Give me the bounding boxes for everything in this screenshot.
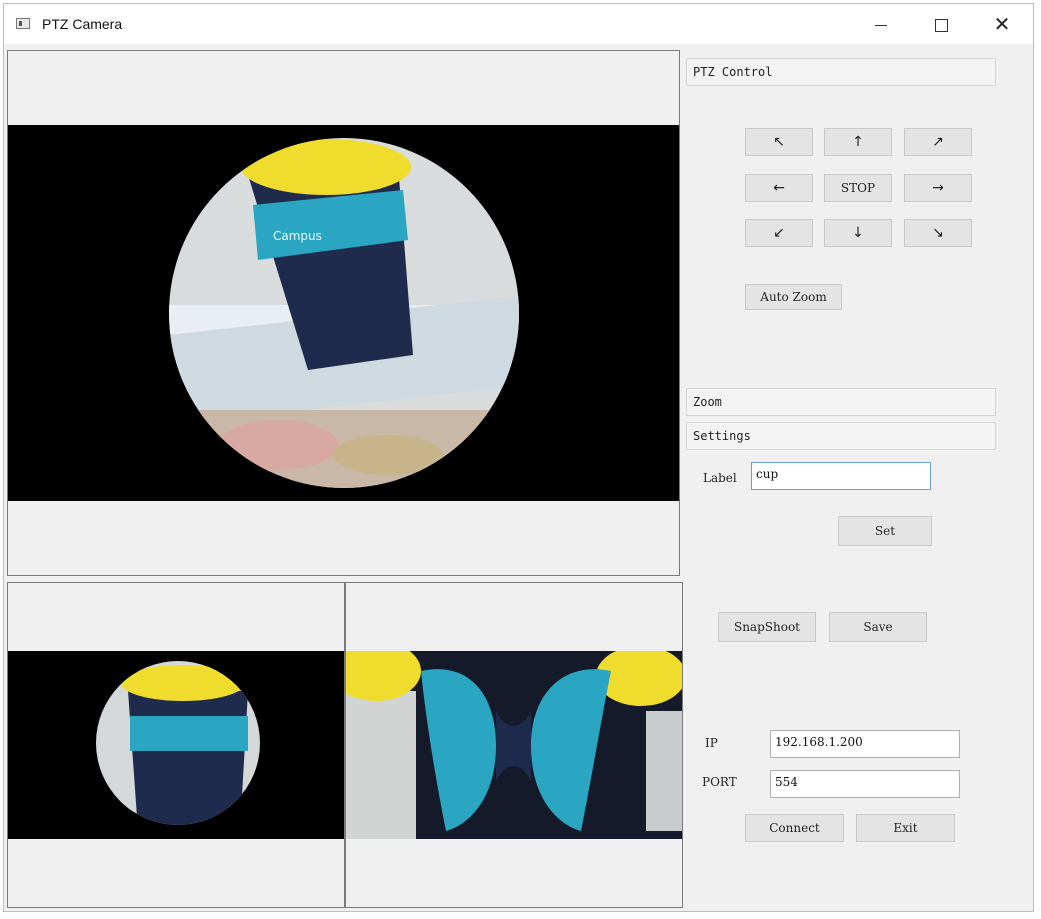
main-fisheye-image: Campus xyxy=(169,138,519,488)
snapshot-button[interactable]: SnapShoot xyxy=(718,612,816,642)
pan-down-button[interactable]: ↓ xyxy=(824,219,892,247)
label-caption: Label xyxy=(703,471,737,485)
minimize-button[interactable] xyxy=(859,8,903,40)
pan-up-left-button[interactable]: ↖ xyxy=(745,128,813,156)
label-input[interactable]: cup xyxy=(751,462,931,490)
pan-right-button[interactable]: → xyxy=(904,174,972,202)
main-video-frame: Campus xyxy=(8,125,679,501)
port-input[interactable]: 554 xyxy=(770,770,960,798)
close-button[interactable]: ✕ xyxy=(980,8,1024,40)
exit-button[interactable]: Exit xyxy=(856,814,955,842)
close-icon: ✕ xyxy=(993,12,1011,36)
bottom-left-video-frame xyxy=(8,651,344,839)
save-button[interactable]: Save xyxy=(829,612,927,642)
bottom-left-fisheye-image xyxy=(96,661,260,825)
stop-button[interactable]: STOP xyxy=(824,174,892,202)
app-icon xyxy=(16,18,30,29)
pan-up-button[interactable]: ↑ xyxy=(824,128,892,156)
maximize-icon xyxy=(934,18,948,32)
minimize-icon xyxy=(875,24,887,26)
ip-caption: IP xyxy=(705,736,718,750)
zoom-header[interactable]: Zoom xyxy=(686,388,996,416)
set-label-button[interactable]: Set xyxy=(838,516,932,546)
bottom-right-video-frame xyxy=(346,651,682,839)
connect-button[interactable]: Connect xyxy=(745,814,844,842)
bottom-right-panorama-image xyxy=(346,651,682,839)
ip-input[interactable]: 192.168.1.200 xyxy=(770,730,960,758)
settings-header[interactable]: Settings xyxy=(686,422,996,450)
pan-left-button[interactable]: ← xyxy=(745,174,813,202)
pan-up-right-button[interactable]: ↗ xyxy=(904,128,972,156)
window-title: PTZ Camera xyxy=(42,16,123,32)
bottom-left-camera-view xyxy=(7,582,345,908)
maximize-button[interactable] xyxy=(919,8,963,40)
svg-text:Campus: Campus xyxy=(273,229,322,243)
ptz-control-header[interactable]: PTZ Control xyxy=(686,58,996,86)
main-camera-view: Campus xyxy=(7,50,680,576)
bottom-right-camera-view xyxy=(345,582,683,908)
pan-down-right-button[interactable]: ↘ xyxy=(904,219,972,247)
pan-down-left-button[interactable]: ↙ xyxy=(745,219,813,247)
port-caption: PORT xyxy=(702,775,737,789)
title-bar[interactable]: PTZ Camera ✕ xyxy=(4,4,1033,44)
auto-zoom-button[interactable]: Auto Zoom xyxy=(745,284,842,310)
